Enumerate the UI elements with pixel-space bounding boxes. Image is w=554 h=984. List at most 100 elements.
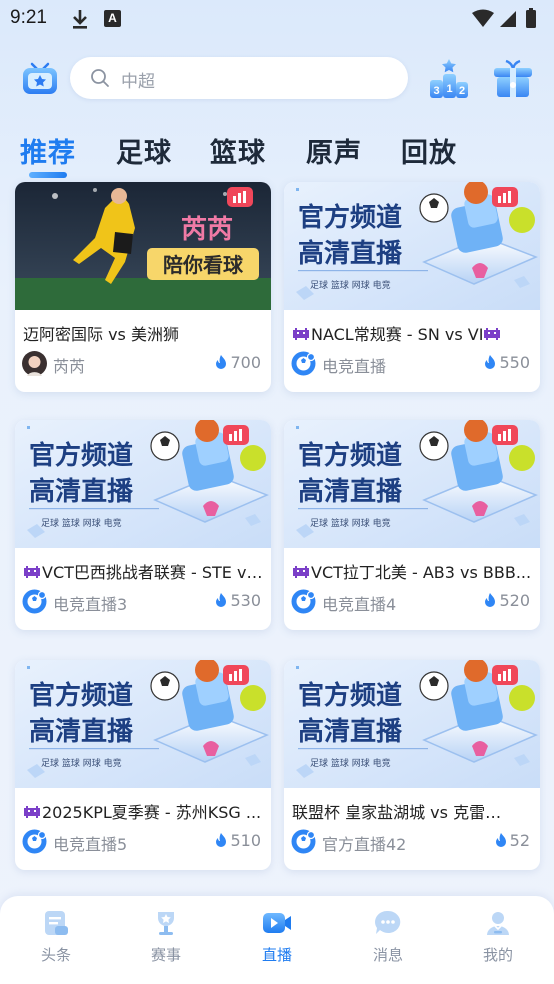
nav-messages[interactable]: 消息 (348, 908, 428, 978)
promo-tags: 足球 篮球 网球 电竞 (310, 757, 391, 769)
trophy-icon (158, 912, 174, 935)
search-icon (90, 68, 110, 92)
flame-icon (485, 593, 496, 607)
nav-profile[interactable]: 我的 (458, 908, 538, 978)
flame-icon (495, 833, 506, 847)
heat-count: 52 (494, 831, 530, 850)
search-bar[interactable]: 中超 (70, 57, 408, 99)
heat-value: 520 (499, 591, 530, 610)
streamer-avatar[interactable] (22, 351, 47, 376)
streamer-name: 电竞直播3 (53, 595, 128, 614)
stream-card[interactable]: 官方频道 高清直播 足球 篮球 网球 电竞 2025KPL夏季赛 - 苏州KSG… (15, 660, 271, 870)
rank-podium-icon[interactable]: 3 1 2 (428, 56, 470, 100)
streamer-name: 芮芮 (53, 357, 86, 376)
battery-icon (526, 10, 536, 28)
channel-logo-icon[interactable] (291, 829, 316, 854)
stream-title[interactable]: 迈阿密国际 vs 美洲狮 (23, 321, 267, 345)
stream-thumbnail[interactable]: 官方频道 高清直播 足球 篮球 网球 电竞 (15, 420, 271, 548)
flame-icon (485, 355, 496, 369)
promo-tags: 足球 篮球 网球 电竞 (310, 279, 391, 291)
status-time: 9:21 (10, 7, 47, 28)
promo-headline: 官方频道 (29, 440, 133, 471)
status-bar: 9:21 A (0, 0, 554, 38)
message-icon (375, 910, 401, 934)
promo-tags: 足球 篮球 网球 电竞 (41, 517, 122, 529)
stream-title[interactable]: NACL常规赛 - SN vs VI (292, 321, 536, 345)
nav-label: 我的 (482, 946, 513, 964)
tv-icon[interactable] (20, 58, 60, 98)
promo-subheadline: 高清直播 (298, 476, 403, 507)
tab-original-sound[interactable]: 原声 (306, 131, 362, 170)
game-invader-icon (484, 328, 501, 340)
channel-logo-icon[interactable] (291, 589, 316, 614)
tab-replay[interactable]: 回放 (401, 131, 457, 170)
nav-label: 消息 (372, 946, 403, 964)
stream-title-text: NACL常规赛 - SN vs VI (311, 325, 484, 344)
stream-card[interactable]: 官方频道 高清直播 足球 篮球 网球 电竞 VCT拉丁北美 - AB3 vs B… (284, 420, 540, 630)
nav-events[interactable]: 赛事 (126, 908, 206, 978)
stream-card[interactable]: 官方频道 高清直播 足球 篮球 网球 电竞 VCT巴西挑战者联赛 - STE v… (15, 420, 271, 630)
rank-digit: 2 (459, 85, 465, 97)
stream-card[interactable]: 官方频道 高清直播 足球 篮球 网球 电竞 联盟杯 皇家盐湖城 vs 克雷… 官方… (284, 660, 540, 870)
thumbnail-tagline: 陪你看球 (163, 253, 244, 277)
nav-label: 直播 (261, 946, 292, 964)
stream-card[interactable]: 官方频道 高清直播 足球 篮球 网球 电竞 NACL常规赛 - SN vs VI… (284, 182, 540, 392)
heat-count: 530 (214, 591, 261, 610)
channel-logo-icon[interactable] (291, 351, 316, 376)
stream-title-text: 2025KPL夏季赛 - 苏州KSG ... (42, 803, 262, 822)
promo-headline: 官方频道 (298, 440, 402, 471)
stream-title-text: 迈阿密国际 vs 美洲狮 (23, 325, 179, 344)
heat-count: 550 (483, 353, 530, 372)
promo-subheadline: 高清直播 (298, 716, 403, 747)
streamer-name: 官方直播42 (322, 835, 407, 854)
tab-football[interactable]: 足球 (116, 131, 172, 170)
stream-thumbnail[interactable]: 官方频道 高清直播 足球 篮球 网球 电竞 (284, 660, 540, 788)
game-invader-icon (24, 806, 40, 818)
promo-subheadline: 高清直播 (298, 238, 403, 269)
active-tab-indicator (29, 172, 67, 178)
rank-digit: 3 (433, 85, 439, 97)
tab-recommend[interactable]: 推荐 (20, 131, 76, 170)
heat-count: 700 (214, 353, 261, 372)
nav-live[interactable]: 直播 (237, 908, 317, 978)
stream-title[interactable]: VCT巴西挑战者联赛 - STE vs ... (23, 559, 267, 583)
stream-title[interactable]: VCT拉丁北美 - AB3 vs BBB... (292, 559, 536, 583)
search-input[interactable]: 中超 (121, 67, 155, 92)
streamer-name: 电竞直播4 (322, 595, 397, 614)
stream-title[interactable]: 2025KPL夏季赛 - 苏州KSG ... (23, 799, 267, 823)
nav-label: 头条 (40, 946, 71, 964)
stream-thumbnail[interactable]: 芮芮 陪你看球 (15, 182, 271, 310)
promo-tags: 足球 篮球 网球 电竞 (41, 757, 122, 769)
heat-value: 700 (230, 353, 261, 372)
category-tabs: 推荐 足球 篮球 原声 回放 (0, 128, 554, 178)
tab-basketball[interactable]: 篮球 (210, 131, 266, 170)
stream-title-text: 联盟杯 皇家盐湖城 vs 克雷… (292, 803, 502, 822)
promo-headline: 官方频道 (29, 680, 133, 711)
flame-icon (216, 833, 227, 847)
live-video-icon (263, 913, 291, 933)
stream-title[interactable]: 联盟杯 皇家盐湖城 vs 克雷… (292, 799, 536, 823)
heat-value: 52 (509, 831, 530, 850)
nav-label: 赛事 (150, 946, 181, 964)
game-invader-icon (24, 566, 40, 578)
stream-title-text: VCT拉丁北美 - AB3 vs BBB... (311, 563, 532, 582)
signal-battery-icons (470, 7, 544, 35)
stream-thumbnail[interactable]: 官方频道 高清直播 足球 篮球 网球 电竞 (284, 182, 540, 310)
stream-card[interactable]: 芮芮 陪你看球迈阿密国际 vs 美洲狮芮芮 700 (15, 182, 271, 392)
flame-icon (216, 593, 227, 607)
stream-thumbnail[interactable]: 官方频道 高清直播 足球 篮球 网球 电竞 (15, 660, 271, 788)
a-badge-icon: A (104, 10, 121, 27)
game-invader-icon (293, 328, 309, 340)
channel-logo-icon[interactable] (22, 829, 47, 854)
channel-logo-icon[interactable] (22, 589, 47, 614)
download-icon (70, 8, 90, 34)
flame-icon (216, 355, 227, 369)
profile-icon (487, 912, 509, 935)
heat-count: 510 (214, 831, 261, 850)
stream-thumbnail[interactable]: 官方频道 高清直播 足球 篮球 网球 电竞 (284, 420, 540, 548)
wifi-icon (472, 9, 494, 27)
gift-icon[interactable] (492, 57, 534, 99)
nav-news[interactable]: 头条 (16, 908, 96, 978)
promo-subheadline: 高清直播 (29, 716, 134, 747)
rank-digit: 1 (446, 83, 452, 95)
